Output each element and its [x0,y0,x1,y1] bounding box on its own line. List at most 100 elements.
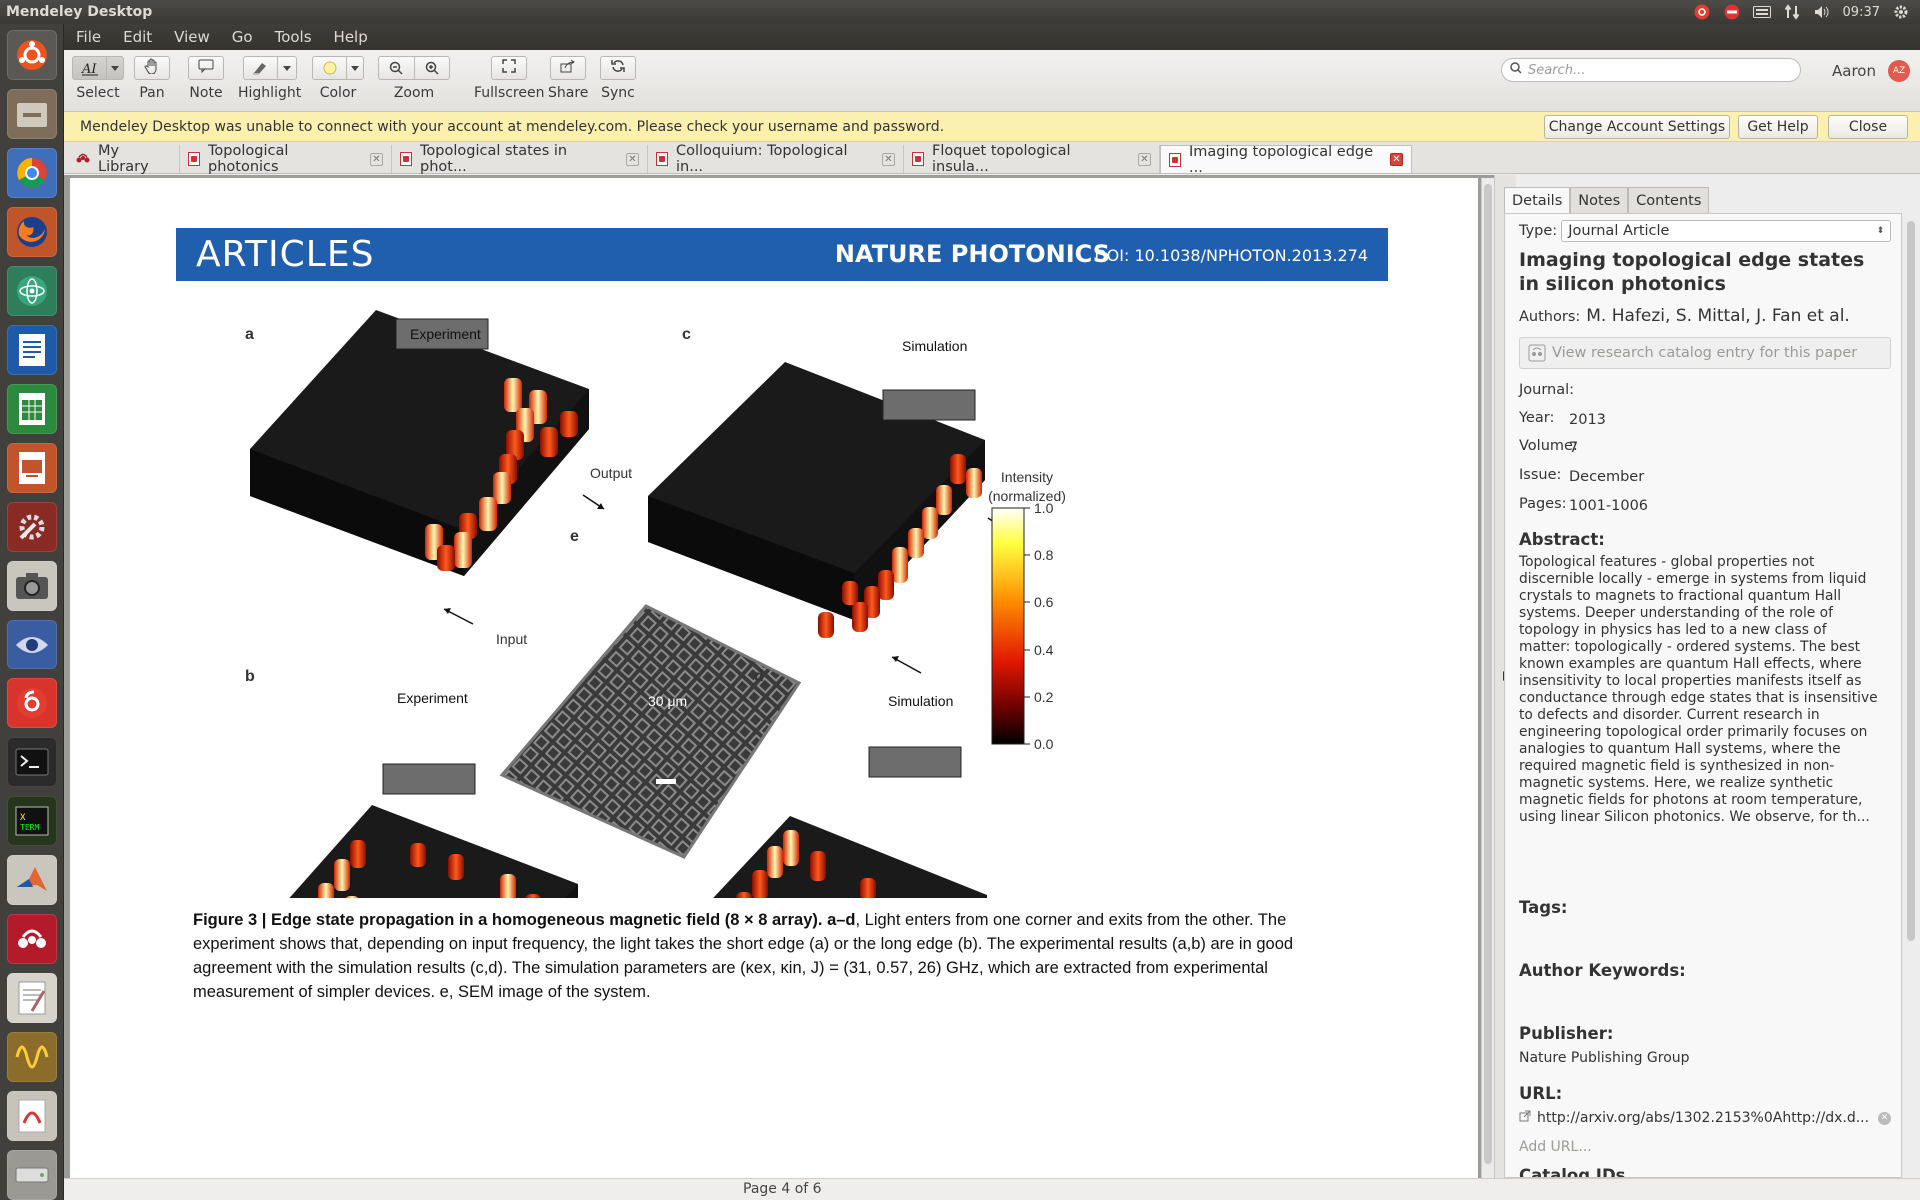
highlight-tool[interactable]: Highlight [238,56,301,101]
impress-icon[interactable] [6,442,57,493]
caption-panel-ref: a–d [827,911,856,929]
user-menu[interactable]: Aaron AZ [1832,60,1910,82]
tab-colloquium[interactable]: Colloquium: Topological in... ✕ [648,143,904,175]
type-label: Type: [1519,223,1558,239]
volume-icon[interactable] [1813,3,1831,21]
network-transfer-icon[interactable] [1783,3,1801,21]
menu-file[interactable]: File [76,28,101,46]
catalog-entry-button[interactable]: View research catalog entry for this pap… [1519,337,1891,369]
issue-value[interactable]: December [1569,469,1644,485]
search-input[interactable]: Search... [1501,58,1801,82]
keyboard-icon[interactable] [1752,3,1771,21]
terminal-icon[interactable] [6,737,57,788]
details-panel: Type: Journal Article ⬍ Imaging topologi… [1504,213,1902,1178]
pdf-viewer[interactable]: ARTICLES NATURE PHOTONICS DOI: 10.1038/N… [64,175,1494,1178]
matlab-icon[interactable] [6,855,57,906]
tab-topological-states[interactable]: Topological states in phot... ✕ [392,143,648,175]
mendeley-window: File Edit View Go Tools Help AI Select P… [64,24,1920,1200]
tab-label: Floquet topological insula... [932,143,1071,175]
ubuntu-dash-icon[interactable] [6,30,57,80]
document-title[interactable]: Imaging topological edge states in silic… [1519,248,1879,296]
writer-icon[interactable] [6,324,57,375]
type-row: Type: Journal Article ⬍ [1519,220,1892,242]
color-swatch-icon [313,61,346,75]
color-dropdown-icon[interactable] [347,65,363,71]
tab-topological-photonics[interactable]: Topological photonics ✕ [180,143,392,175]
pages-value[interactable]: 1001-1006 [1569,498,1648,514]
menu-tools[interactable]: Tools [275,28,312,46]
select-tool[interactable]: AI Select [72,56,124,101]
menu-edit[interactable]: Edit [123,28,152,46]
volume-value[interactable]: 7 [1569,440,1578,456]
highlight-dropdown-icon[interactable] [278,65,296,71]
add-url-link[interactable]: Add URL... [1519,1139,1592,1155]
menu-view[interactable]: View [174,28,210,46]
type-select[interactable]: Journal Article ⬍ [1561,220,1892,242]
pan-tool[interactable]: Pan [134,56,170,101]
select-dropdown-icon[interactable] [107,65,123,71]
color-tool[interactable]: Color [312,56,364,101]
tab-contents[interactable]: Contents [1628,187,1710,213]
publisher-value[interactable]: Nature Publishing Group [1519,1050,1690,1066]
caption-line: measurement of simpler devices. e, SEM i… [193,983,651,1001]
simulation-tag-c: Simulation [902,338,968,354]
calc-icon[interactable] [6,383,57,434]
tab-my-library[interactable]: My Library [68,143,180,175]
camera-icon[interactable] [6,560,57,611]
system-settings-icon[interactable] [6,501,57,552]
mendeley-icon[interactable] [6,914,57,965]
disk-icon[interactable] [6,1150,57,1200]
details-scrollbar[interactable] [1904,213,1918,1178]
no-entry-icon[interactable] [1723,3,1741,21]
tab-imaging-topological[interactable]: Imaging topological edge ... ✕ [1160,144,1412,176]
tab-details[interactable]: Details [1504,187,1571,213]
close-tab-icon[interactable]: ✕ [1390,153,1403,166]
xterm-icon[interactable]: X TERM [6,796,57,847]
url-row: http://arxiv.org/abs/1302.2153%0Ahttp://… [1519,1110,1891,1126]
oscilloscope-icon[interactable] [6,1032,57,1083]
close-tab-icon[interactable]: ✕ [370,152,383,166]
pdf-reader-icon[interactable] [6,1091,57,1142]
caption-title: Figure 3 | Edge state propagation in a h… [193,911,823,929]
share-tool[interactable]: Share [548,56,588,101]
close-tab-icon[interactable]: ✕ [882,152,895,166]
fullscreen-tool[interactable]: Fullscreen [474,56,544,101]
menu-go[interactable]: Go [232,28,253,46]
tab-label: Topological states in phot... [420,143,568,175]
sync-tool[interactable]: Sync [600,56,636,101]
firefox-icon[interactable] [6,206,57,257]
netease-music-icon[interactable] [6,678,57,729]
close-notice-button[interactable]: Close [1828,115,1908,139]
url-link[interactable]: http://arxiv.org/abs/1302.2153%0Ahttp://… [1537,1110,1872,1126]
atom-icon[interactable] [6,265,57,316]
figure-caption: Figure 3 | Edge state propagation in a h… [193,908,1373,1004]
change-account-settings-button[interactable]: Change Account Settings [1544,115,1730,139]
close-tab-icon[interactable]: ✕ [626,152,639,166]
zoom-out-icon[interactable] [379,61,414,75]
netease-music-tray-icon[interactable] [1693,3,1711,21]
files-icon[interactable] [6,88,57,139]
panel-label-d: d [754,668,764,685]
pdf-scrollbar[interactable] [1481,178,1494,1178]
chrome-icon[interactable] [6,147,57,198]
year-value[interactable]: 2013 [1569,412,1606,428]
scrollbar-thumb[interactable] [1484,184,1492,1164]
eye-app-icon[interactable] [6,619,57,670]
abstract-text[interactable]: Topological features - global properties… [1519,554,1879,826]
get-help-button[interactable]: Get Help [1738,115,1818,139]
settings-gear-icon[interactable] [1892,3,1910,21]
close-tab-icon[interactable]: ✕ [1138,152,1151,166]
clock[interactable]: 09:37 [1843,5,1880,20]
zoom-in-icon[interactable] [414,61,449,75]
tab-notes[interactable]: Notes [1570,187,1629,213]
zoom-tool: Zoom [378,56,450,101]
authors-value[interactable]: M. Hafezi, S. Mittal, J. Fan et al. [1586,306,1850,326]
tab-floquet[interactable]: Floquet topological insula... ✕ [904,143,1160,175]
note-tool[interactable]: Note [188,56,224,101]
remove-url-icon[interactable]: ✕ [1878,1111,1891,1125]
panel-label-c: c [682,326,691,343]
journal-label: Journal: [1519,382,1575,398]
text-editor-icon[interactable] [6,973,57,1024]
details-scrollbar-thumb[interactable] [1907,221,1915,941]
menu-help[interactable]: Help [334,28,368,46]
